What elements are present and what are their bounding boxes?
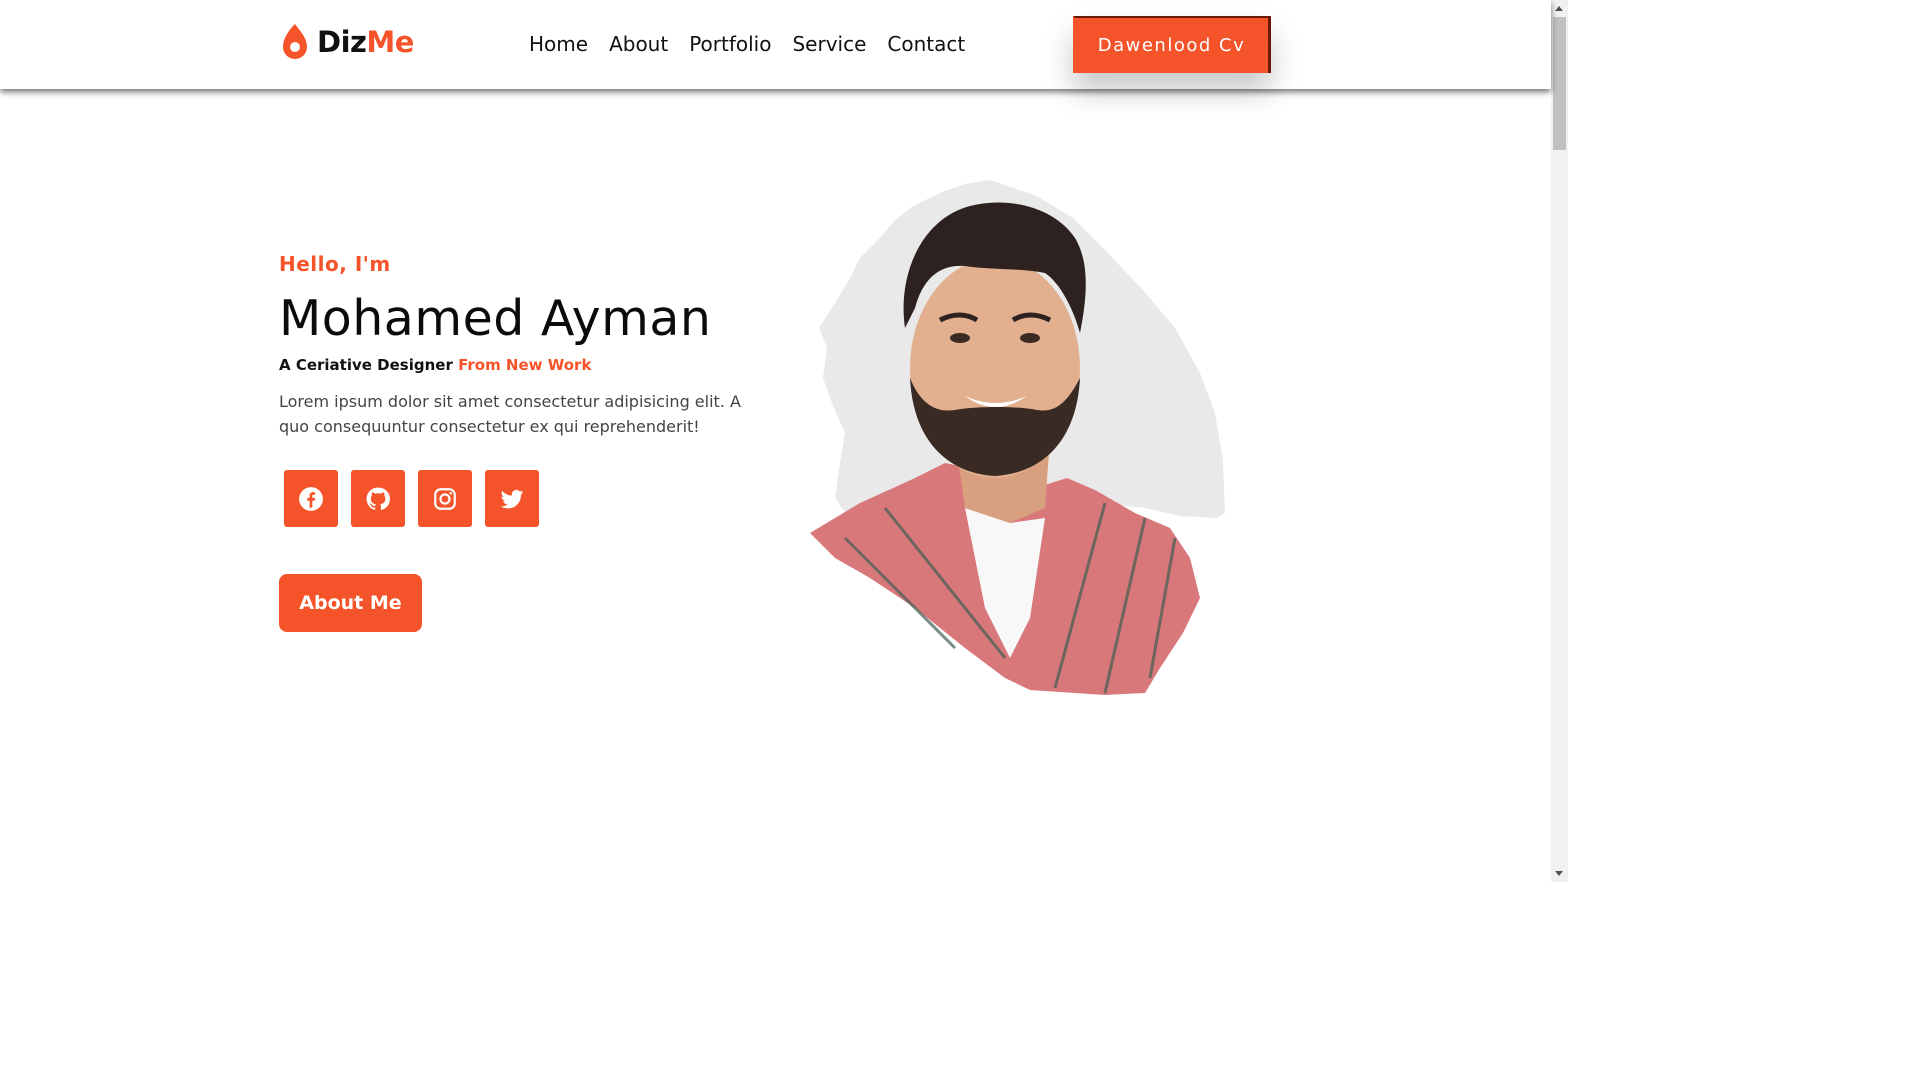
social-links bbox=[284, 470, 552, 527]
hero-name: Mohamed Ayman bbox=[279, 290, 712, 347]
left-eye bbox=[950, 333, 970, 343]
hero-description: Lorem ipsum dolor sit amet consectetur a… bbox=[279, 392, 741, 436]
facebook-link[interactable] bbox=[284, 470, 338, 527]
site-header: DizMe Home About Portfolio Service Conta… bbox=[0, 0, 1551, 89]
nav-portfolio[interactable]: Portfolio bbox=[689, 30, 771, 58]
nav-about[interactable]: About bbox=[609, 30, 668, 58]
github-icon bbox=[366, 487, 391, 510]
github-link[interactable] bbox=[351, 470, 405, 527]
brand-logo[interactable]: DizMe bbox=[279, 22, 414, 62]
about-me-button[interactable]: About Me bbox=[279, 574, 422, 632]
facebook-icon bbox=[299, 486, 323, 511]
scroll-thumb[interactable] bbox=[1553, 17, 1566, 150]
twitter-icon bbox=[500, 489, 524, 508]
brand-name: DizMe bbox=[317, 25, 414, 59]
brand-name-accent: Me bbox=[366, 25, 414, 59]
hero-role-prefix: A Ceriative Designer bbox=[279, 356, 453, 374]
main-nav: Home About Portfolio Service Contact bbox=[529, 30, 986, 58]
nav-home[interactable]: Home bbox=[529, 30, 588, 58]
download-cv-button[interactable]: Dawenlood Cv bbox=[1073, 16, 1271, 73]
hero-role-accent: From New Work bbox=[458, 356, 592, 374]
nav-service[interactable]: Service bbox=[792, 30, 866, 58]
scroll-up-arrow-icon[interactable] bbox=[1555, 6, 1563, 11]
right-eye bbox=[1020, 333, 1040, 343]
page-scrollbar[interactable] bbox=[1551, 0, 1568, 882]
logo-icon bbox=[283, 24, 307, 59]
hero-role: A Ceriative Designer From New Work bbox=[279, 356, 591, 374]
scroll-down-arrow-icon[interactable] bbox=[1555, 871, 1563, 876]
instagram-link[interactable] bbox=[418, 470, 472, 527]
instagram-icon bbox=[434, 487, 456, 510]
twitter-link[interactable] bbox=[485, 470, 539, 527]
brand-name-dark: Diz bbox=[317, 25, 367, 59]
nav-contact[interactable]: Contact bbox=[887, 30, 965, 58]
hero-greeting: Hello, I'm bbox=[279, 252, 391, 276]
profile-photo bbox=[810, 180, 1225, 695]
